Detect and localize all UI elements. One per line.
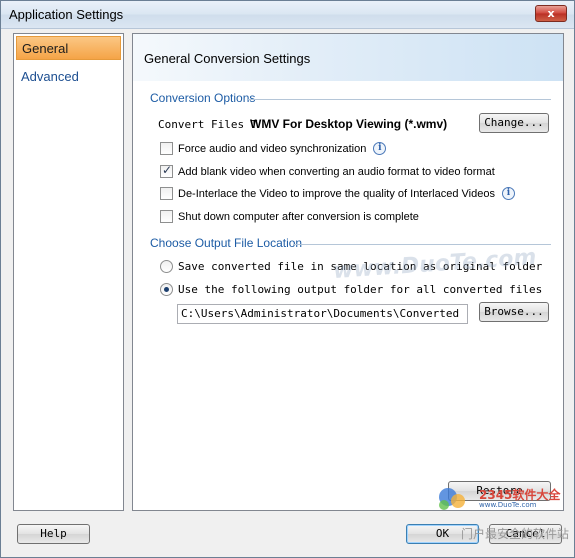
content-header: General Conversion Settings xyxy=(133,34,563,81)
window-title: Application Settings xyxy=(9,7,124,22)
application-settings-window: Application Settings x General Advanced … xyxy=(0,0,575,558)
title-bar[interactable]: Application Settings x xyxy=(1,1,574,29)
watermark-bottom-text: 门户最安全的软件站 xyxy=(461,527,570,541)
page-title: General Conversion Settings xyxy=(144,51,311,66)
custom-folder-radio[interactable] xyxy=(160,283,173,296)
section-divider xyxy=(293,244,551,245)
force-sync-label: Force audio and video synchronization xyxy=(178,142,367,155)
conversion-options-title: Conversion Options xyxy=(150,91,256,105)
browse-button[interactable]: Browse... xyxy=(479,302,549,322)
shutdown-label: Shut down computer after conversion is c… xyxy=(178,210,419,223)
help-button[interactable]: Help xyxy=(17,524,90,544)
output-folder-field[interactable]: C:\Users\Administrator\Documents\Convert… xyxy=(177,304,468,324)
deinterlace-checkbox[interactable] xyxy=(160,187,173,200)
blank-video-checkbox[interactable] xyxy=(160,163,173,178)
output-format-value: WMV For Desktop Viewing (*.wmv) xyxy=(250,117,448,131)
watermark-logo-url: www.DuoTe.com xyxy=(479,501,537,509)
settings-content-panel: General Conversion Settings Conversion O… xyxy=(132,33,564,511)
radio-row-custom-folder[interactable]: Use the following output folder for all … xyxy=(160,283,542,296)
convert-files-label: Convert Files T xyxy=(158,118,258,131)
checkbox-row-deinterlace[interactable]: De-Interlace the Video to improve the qu… xyxy=(160,187,515,200)
section-divider xyxy=(248,99,551,100)
checkbox-row-force-sync[interactable]: Force audio and video synchronization i xyxy=(160,142,387,155)
output-location-title: Choose Output File Location xyxy=(150,236,303,250)
shutdown-checkbox[interactable] xyxy=(160,210,173,223)
info-icon[interactable]: i xyxy=(373,142,387,155)
checkbox-row-blank-video[interactable]: Add blank video when converting an audio… xyxy=(160,163,495,178)
settings-sidebar: General Advanced xyxy=(13,33,124,511)
checkbox-row-shutdown[interactable]: Shut down computer after conversion is c… xyxy=(160,210,419,223)
watermark-logo-icon xyxy=(439,488,465,510)
same-location-radio[interactable] xyxy=(160,260,173,273)
watermark: www.DuoTe.com xyxy=(332,244,538,285)
blank-video-label: Add blank video when converting an audio… xyxy=(178,165,495,178)
deinterlace-label: De-Interlace the Video to improve the qu… xyxy=(178,187,495,200)
sidebar-item-general[interactable]: General xyxy=(16,36,121,60)
force-sync-checkbox[interactable] xyxy=(160,142,173,155)
custom-folder-label: Use the following output folder for all … xyxy=(178,283,543,296)
sidebar-item-advanced[interactable]: Advanced xyxy=(16,65,121,89)
info-icon[interactable]: i xyxy=(501,187,515,200)
change-format-button[interactable]: Change... xyxy=(479,113,549,133)
close-button[interactable]: x xyxy=(535,5,567,22)
